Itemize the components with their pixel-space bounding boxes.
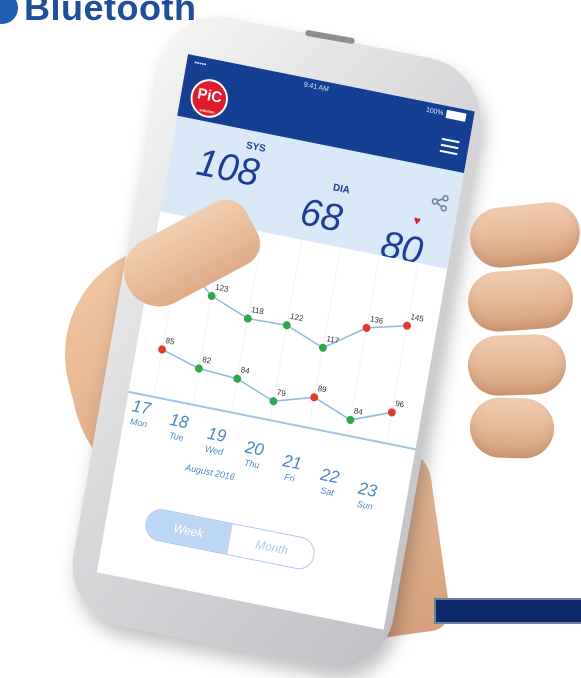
data-label: 85 <box>165 336 176 347</box>
day-label[interactable]: 23 Sun <box>355 478 378 512</box>
data-label: 123 <box>214 282 229 294</box>
day-label[interactable]: 19 Wed <box>204 424 227 458</box>
data-point <box>362 323 371 332</box>
data-label: 136 <box>369 314 384 326</box>
data-point <box>194 364 203 373</box>
grid-line <box>269 239 303 420</box>
data-label: 79 <box>276 388 287 399</box>
data-point <box>233 374 242 383</box>
data-label: 122 <box>290 312 305 324</box>
data-point <box>346 415 355 424</box>
finger <box>466 333 568 397</box>
share-icon[interactable] <box>430 192 451 213</box>
data-label: 118 <box>251 305 265 317</box>
data-label: 84 <box>240 365 251 376</box>
carrier-signal: ••••• <box>193 59 207 69</box>
data-label: 84 <box>353 406 364 417</box>
dia-value: 68 <box>297 190 346 241</box>
grid-line <box>347 255 380 435</box>
data-point <box>318 343 327 352</box>
data-label: 82 <box>202 355 213 366</box>
hamburger-icon[interactable] <box>439 137 460 156</box>
data-point <box>158 345 167 354</box>
day-label[interactable]: 22 Sat <box>317 465 341 499</box>
tab-month[interactable]: Month <box>227 524 317 571</box>
tab-week[interactable]: Week <box>144 507 233 555</box>
corner-box <box>434 598 581 624</box>
data-point <box>243 314 252 323</box>
data-point <box>387 408 396 417</box>
day-label[interactable]: 17 Mon <box>129 396 152 430</box>
finger <box>466 266 575 334</box>
data-point <box>310 393 319 402</box>
finger <box>468 396 556 460</box>
day-label[interactable]: 18 Tue <box>166 410 190 444</box>
data-point <box>282 321 291 330</box>
data-label: 117 <box>326 334 340 346</box>
clock: 9:41 AM <box>303 81 330 94</box>
data-point <box>403 321 412 330</box>
week-month-toggle: Week Month <box>142 506 318 572</box>
data-label: 96 <box>395 399 406 410</box>
battery-indicator: 100% <box>425 106 467 126</box>
day-label[interactable]: 21 Fri <box>279 451 303 485</box>
data-point <box>269 397 278 406</box>
app-logo[interactable]: PiC solution <box>187 75 232 122</box>
day-label[interactable]: 20 Thu <box>242 437 265 471</box>
data-label: 89 <box>317 384 328 395</box>
data-label: 145 <box>410 312 425 324</box>
battery-icon <box>445 109 467 122</box>
